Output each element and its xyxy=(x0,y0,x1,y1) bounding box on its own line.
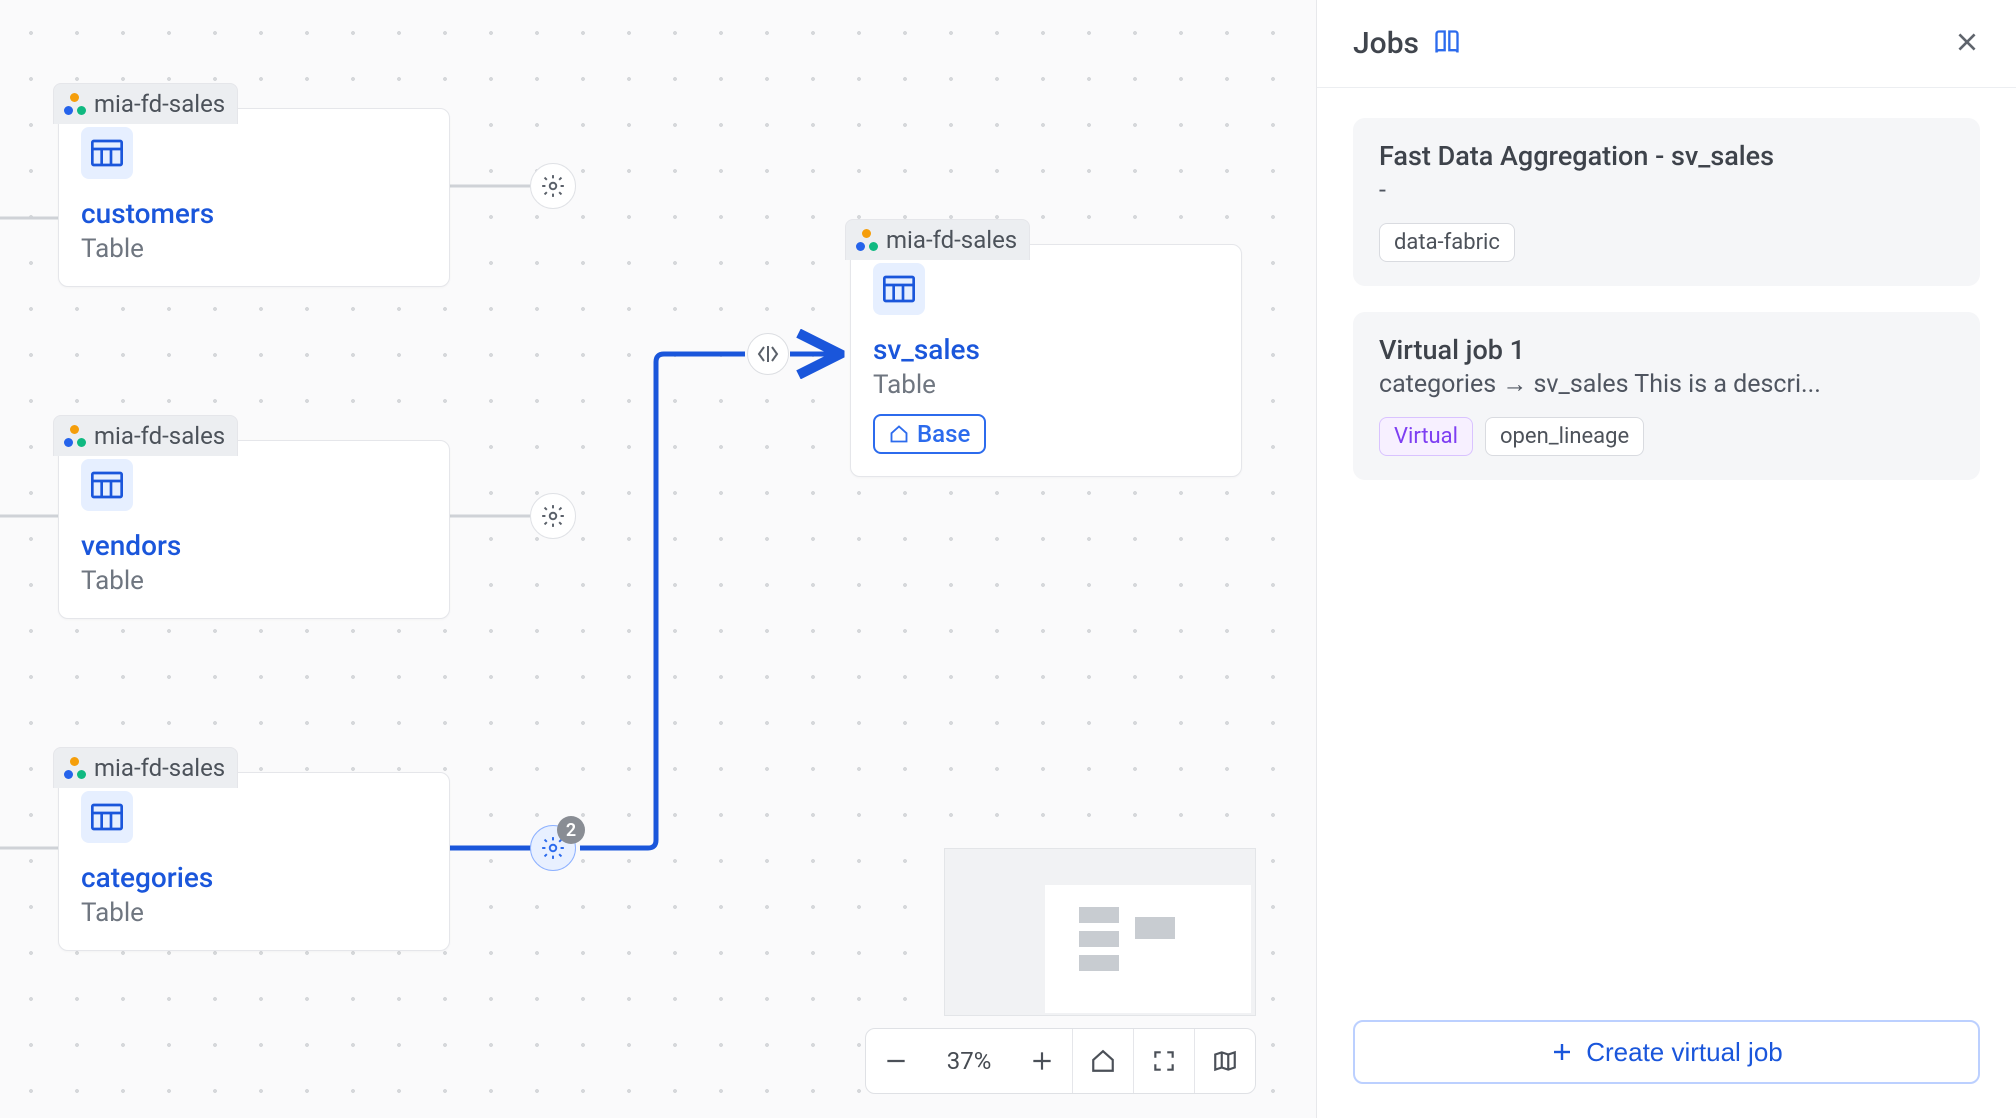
minimap[interactable] xyxy=(944,848,1256,1016)
gear-count-badge: 2 xyxy=(557,816,585,844)
zoom-out-button[interactable] xyxy=(866,1029,926,1093)
jobs-panel: Jobs Fast Data Aggregation - sv_sales - … xyxy=(1316,0,2016,1118)
node-source-tag: mia-fd-sales xyxy=(53,415,238,456)
node-title: categories xyxy=(81,861,427,894)
edge-collapse-button[interactable] xyxy=(747,333,789,375)
table-icon xyxy=(81,791,133,843)
node-categories[interactable]: mia-fd-sales categories Table xyxy=(58,772,450,951)
fullscreen-button[interactable] xyxy=(1134,1029,1194,1093)
job-badges: Virtual open_lineage xyxy=(1379,417,1954,456)
source-icon xyxy=(64,425,86,447)
node-sv-sales[interactable]: mia-fd-sales sv_sales Table Base xyxy=(850,244,1242,477)
jobs-list: Fast Data Aggregation - sv_sales - data-… xyxy=(1317,88,2016,996)
job-desc: categories → sv_sales This is a descri..… xyxy=(1379,370,1954,399)
node-title: vendors xyxy=(81,529,427,562)
node-source-tag: mia-fd-sales xyxy=(53,747,238,788)
source-icon xyxy=(64,757,86,779)
job-title: Fast Data Aggregation - sv_sales xyxy=(1379,140,1954,172)
minimap-viewport xyxy=(1045,885,1251,1013)
node-source-label: mia-fd-sales xyxy=(94,90,225,118)
map-button[interactable] xyxy=(1195,1029,1255,1093)
table-icon xyxy=(873,263,925,315)
edge-gear-customers[interactable] xyxy=(530,163,576,209)
lineage-canvas[interactable]: mia-fd-sales customers Table mia-fd-sale… xyxy=(0,0,1316,1118)
panel-title: Jobs xyxy=(1353,26,1419,61)
table-icon xyxy=(81,127,133,179)
create-virtual-job-label: Create virtual job xyxy=(1586,1037,1783,1068)
job-badge: open_lineage xyxy=(1485,417,1644,456)
node-source-tag: mia-fd-sales xyxy=(53,83,238,124)
node-source-label: mia-fd-sales xyxy=(94,422,225,450)
jobs-panel-header: Jobs xyxy=(1317,0,2016,88)
close-icon[interactable] xyxy=(1954,29,1980,59)
base-badge: Base xyxy=(873,414,986,454)
source-icon xyxy=(64,93,86,115)
node-subtitle: Table xyxy=(81,898,427,928)
node-subtitle: Table xyxy=(81,234,427,264)
zoom-level: 37% xyxy=(926,1047,1012,1075)
canvas-controls: 37% xyxy=(865,1028,1256,1094)
job-badges: data-fabric xyxy=(1379,223,1954,262)
node-title: customers xyxy=(81,197,427,230)
job-card[interactable]: Virtual job 1 categories → sv_sales This… xyxy=(1353,312,1980,480)
node-subtitle: Table xyxy=(81,566,427,596)
job-title: Virtual job 1 xyxy=(1379,334,1954,366)
node-source-label: mia-fd-sales xyxy=(94,754,225,782)
create-virtual-job-button[interactable]: Create virtual job xyxy=(1353,1020,1980,1084)
zoom-in-button[interactable] xyxy=(1012,1029,1072,1093)
job-badge-virtual: Virtual xyxy=(1379,417,1473,456)
node-source-tag: mia-fd-sales xyxy=(845,219,1030,260)
base-badge-label: Base xyxy=(917,420,970,448)
job-desc: - xyxy=(1379,176,1954,205)
node-title: sv_sales xyxy=(873,333,1219,366)
node-customers[interactable]: mia-fd-sales customers Table xyxy=(58,108,450,287)
job-badge: data-fabric xyxy=(1379,223,1515,262)
source-icon xyxy=(856,229,878,251)
node-subtitle: Table xyxy=(873,370,1219,400)
node-source-label: mia-fd-sales xyxy=(886,226,1017,254)
job-card[interactable]: Fast Data Aggregation - sv_sales - data-… xyxy=(1353,118,1980,286)
table-icon xyxy=(81,459,133,511)
docs-icon[interactable] xyxy=(1433,28,1461,60)
edge-gear-vendors[interactable] xyxy=(530,493,576,539)
edge-gear-categories[interactable]: 2 xyxy=(530,825,576,871)
home-button[interactable] xyxy=(1073,1029,1133,1093)
node-vendors[interactable]: mia-fd-sales vendors Table xyxy=(58,440,450,619)
